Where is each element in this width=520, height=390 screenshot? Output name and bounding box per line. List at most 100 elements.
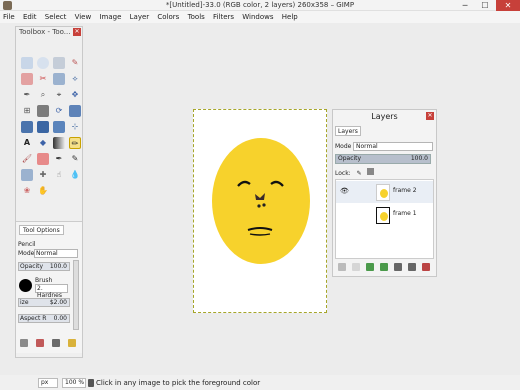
menu-select[interactable]: Select	[42, 11, 70, 23]
layer-row[interactable]: frame 1	[336, 204, 433, 226]
maximize-button[interactable]: ☐	[476, 0, 494, 11]
pencil-icon[interactable]: ✏	[69, 137, 81, 149]
bucket-fill-icon[interactable]: ◆	[37, 137, 49, 149]
layer-opacity-value: 100.0	[410, 155, 428, 162]
aspect-ratio-slider[interactable]: Aspect R 0.00	[18, 314, 70, 323]
layers-panel: Layers ✕ Layers Mode Normal Opacity 100.…	[332, 109, 437, 277]
close-button[interactable]: ✕	[496, 0, 520, 11]
toolbox-close-icon[interactable]: ✕	[73, 28, 81, 36]
mode-label: Mode	[18, 250, 35, 257]
blend-icon[interactable]	[53, 137, 65, 149]
cage-transform-icon[interactable]: ⊹	[69, 121, 81, 133]
menu-windows[interactable]: Windows	[239, 11, 276, 23]
brush-select[interactable]: 2. Hardnes	[35, 284, 68, 299]
aspect-value: 0.00	[53, 315, 67, 322]
zoom-icon[interactable]: ⌕	[37, 89, 49, 101]
delete-layer-icon[interactable]	[422, 263, 430, 271]
smudge-icon[interactable]: ☝	[53, 169, 65, 181]
layer-thumbnail	[376, 184, 390, 201]
scale-icon[interactable]	[69, 105, 81, 117]
layers-tab[interactable]: Layers	[335, 126, 361, 136]
menu-image[interactable]: Image	[96, 11, 124, 23]
minimize-button[interactable]: ─	[456, 0, 474, 11]
save-options-icon[interactable]	[20, 339, 28, 347]
restore-options-icon[interactable]	[36, 339, 44, 347]
new-layer-group-icon[interactable]	[352, 263, 360, 271]
perspective-icon[interactable]	[37, 121, 49, 133]
clone-icon[interactable]	[21, 169, 33, 181]
layer-name[interactable]: frame 1	[393, 209, 417, 219]
brush-preview[interactable]	[19, 279, 32, 292]
heal-icon[interactable]: ✚	[37, 169, 49, 181]
lock-row: Lock: ✎	[335, 168, 374, 178]
crop-icon[interactable]	[37, 105, 49, 117]
layer-row[interactable]: 👁 frame 2	[336, 181, 433, 203]
layers-title-text: Layers	[371, 112, 398, 121]
delete-options-icon[interactable]	[52, 339, 60, 347]
fuzzy-select-icon[interactable]: ✎	[69, 57, 81, 69]
paths-icon[interactable]: ⟡	[69, 73, 81, 85]
duplicate-layer-icon[interactable]	[394, 263, 402, 271]
mode-select[interactable]: Normal	[34, 249, 78, 258]
menu-file[interactable]: File	[0, 11, 18, 23]
align-icon[interactable]: ⊞	[21, 105, 33, 117]
select-by-color-icon[interactable]	[21, 73, 33, 85]
free-select-icon[interactable]	[53, 57, 65, 69]
paintbrush-icon[interactable]: 🖌	[21, 153, 33, 165]
image-canvas[interactable]	[193, 109, 327, 313]
smudge-finger-icon[interactable]: ✋	[37, 185, 49, 197]
move-icon[interactable]: ✥	[69, 89, 81, 101]
title-bar: *[Untitled]-33.0 (RGB color, 2 layers) 2…	[0, 0, 520, 11]
dodge-burn-icon[interactable]: ❀	[21, 185, 33, 197]
layer-mode-select[interactable]: Normal	[353, 142, 433, 151]
size-slider[interactable]: ize $2.00	[18, 298, 70, 307]
layer-opacity-slider[interactable]: Opacity 100.0	[335, 154, 431, 164]
airbrush-icon[interactable]: ✒	[53, 153, 65, 165]
opacity-label: Opacity	[20, 263, 44, 270]
reset-options-icon[interactable]	[68, 339, 76, 347]
unit-select[interactable]: px	[38, 378, 58, 388]
tool-options-scrollbar[interactable]	[73, 260, 79, 330]
layers-title: Layers ✕	[333, 110, 436, 124]
rotate-icon[interactable]: ⟳	[53, 105, 65, 117]
ink-icon[interactable]: ✎	[69, 153, 81, 165]
menu-view[interactable]: View	[72, 11, 95, 23]
menu-help[interactable]: Help	[279, 11, 301, 23]
foreground-select-icon[interactable]	[53, 73, 65, 85]
color-picker-icon[interactable]: ✒	[21, 89, 33, 101]
lock-pixels-icon[interactable]: ✎	[357, 170, 362, 177]
layer-mode-row: Mode Normal	[335, 142, 435, 151]
shear-icon[interactable]	[21, 121, 33, 133]
opacity-slider[interactable]: Opacity 100.0	[18, 262, 70, 271]
text-tool-icon[interactable]: A	[21, 137, 33, 149]
layer-thumbnail	[376, 207, 390, 224]
lock-alpha-icon[interactable]	[366, 168, 374, 175]
menu-layer[interactable]: Layer	[127, 11, 153, 23]
layer-list: 👁 frame 2 frame 1	[335, 179, 434, 259]
new-layer-icon[interactable]	[338, 263, 346, 271]
layers-close-icon[interactable]: ✕	[426, 112, 434, 120]
scissors-icon[interactable]: ✂	[37, 73, 49, 85]
rect-select-icon[interactable]	[21, 57, 33, 69]
menu-filters[interactable]: Filters	[210, 11, 237, 23]
eraser-icon[interactable]	[37, 153, 49, 165]
zoom-select[interactable]: 100 %	[62, 378, 86, 388]
tool-options-tab[interactable]: Tool Options	[19, 225, 64, 235]
status-bar: px 100 % Click in any image to pick the …	[0, 376, 520, 390]
window-title: *[Untitled]-33.0 (RGB color, 2 layers) 2…	[165, 1, 355, 9]
toolbox-title: Toolbox - Too... ✕	[16, 27, 82, 37]
ellipse-select-icon[interactable]	[37, 57, 49, 69]
menu-tools[interactable]: Tools	[185, 11, 208, 23]
measure-icon[interactable]: ⌖	[53, 89, 65, 101]
layer-name[interactable]: frame 2	[393, 186, 417, 196]
visibility-eye-icon[interactable]: 👁	[340, 187, 349, 195]
menu-edit[interactable]: Edit	[20, 11, 40, 23]
toolbox-title-text: Toolbox - Too...	[19, 28, 71, 36]
lower-layer-icon[interactable]	[380, 263, 388, 271]
blur-icon[interactable]: 💧	[69, 169, 81, 181]
menu-colors[interactable]: Colors	[154, 11, 182, 23]
raise-layer-icon[interactable]	[366, 263, 374, 271]
anchor-layer-icon[interactable]	[408, 263, 416, 271]
flip-icon[interactable]	[53, 121, 65, 133]
face-features	[237, 180, 284, 236]
